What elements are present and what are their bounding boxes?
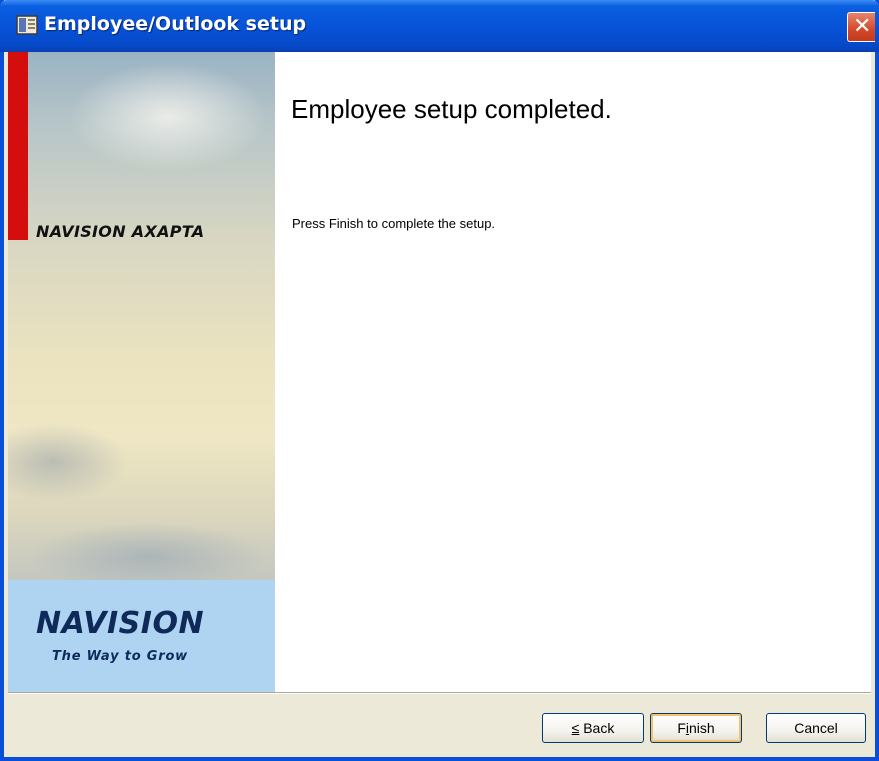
cancel-label: Cancel bbox=[794, 720, 838, 736]
title-bar[interactable]: Employee/Outlook setup ✕ bbox=[0, 0, 879, 52]
sky-cloud bbox=[8, 422, 128, 502]
page-heading: Employee setup completed. bbox=[291, 94, 612, 124]
footer-divider bbox=[8, 692, 871, 694]
close-button[interactable]: ✕ bbox=[847, 12, 875, 42]
app-window-icon bbox=[16, 15, 38, 35]
branding-panel: NAVISION AXAPTA NAVISION The Way to Grow bbox=[8, 52, 275, 692]
navision-logo: NAVISION bbox=[36, 606, 205, 641]
sky-cloud bbox=[68, 62, 268, 172]
back-mnemonic: ≤ bbox=[571, 720, 580, 736]
axapta-logo: NAVISION AXAPTA bbox=[36, 222, 205, 241]
finish-button[interactable]: Fi nish bbox=[650, 713, 742, 743]
instruction-text: Press Finish to complete the setup. bbox=[292, 216, 496, 231]
back-label: Back bbox=[579, 720, 615, 736]
wizard-content: Employee setup completed. Press Finish t… bbox=[275, 52, 871, 692]
setup-wizard-window: Employee/Outlook setup ✕ NAVISION AXAPTA… bbox=[0, 0, 879, 761]
finish-label-end: nish bbox=[689, 720, 715, 736]
navision-tagline: The Way to Grow bbox=[52, 649, 188, 664]
finish-label-start: F bbox=[677, 720, 686, 736]
close-icon: ✕ bbox=[853, 14, 872, 39]
cancel-button[interactable]: Cancel bbox=[766, 713, 866, 743]
back-button[interactable]: ≤ Back bbox=[542, 713, 644, 743]
window-title: Employee/Outlook setup bbox=[44, 13, 307, 35]
brand-red-bar bbox=[8, 52, 28, 240]
